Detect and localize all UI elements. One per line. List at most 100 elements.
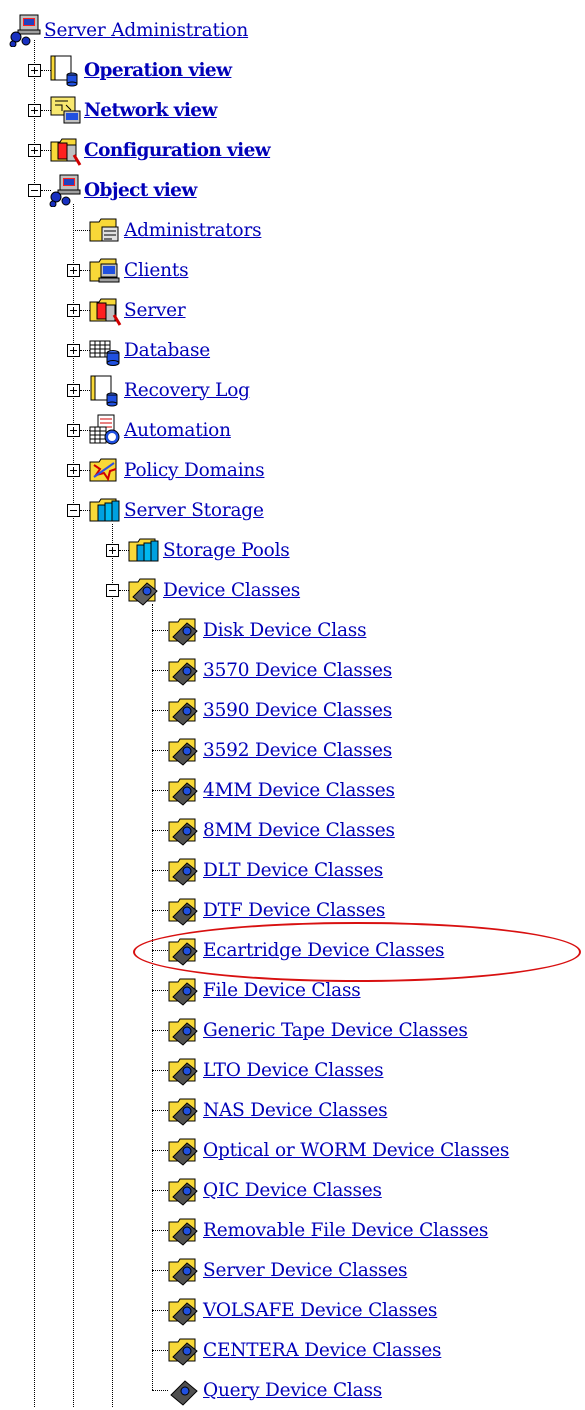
tree-node-operation-view[interactable]: Operation view	[48, 50, 232, 90]
tree-label-server-storage[interactable]: Server Storage	[124, 500, 264, 521]
collapse-device-classes-button[interactable]	[106, 584, 119, 597]
tree-label-recovery-log[interactable]: Recovery Log	[124, 380, 250, 401]
device-class-folder-icon	[167, 613, 201, 647]
tree-node-server-storage[interactable]: Server Storage	[88, 490, 264, 530]
tree-node-object-view[interactable]: Object view	[48, 170, 197, 210]
tree-node-removable-file-device-classes[interactable]: Removable File Device Classes	[167, 1210, 488, 1250]
tree-node-network-view[interactable]: Network view	[48, 90, 217, 130]
tree-node-policy-domains[interactable]: Policy Domains	[88, 450, 265, 490]
tree-label-operation-view[interactable]: Operation view	[84, 60, 232, 81]
tree-node-disk-device-class[interactable]: Disk Device Class	[167, 610, 367, 650]
tree-label-3590-device-classes[interactable]: 3590 Device Classes	[203, 700, 392, 721]
tree-label-file-device-class[interactable]: File Device Class	[203, 980, 361, 1001]
tree-label-automation[interactable]: Automation	[124, 420, 231, 441]
device-class-folder-icon	[167, 693, 201, 727]
tree-node-3592-device-classes[interactable]: 3592 Device Classes	[167, 730, 392, 770]
tree-node-generic-tape-device-classes[interactable]: Generic Tape Device Classes	[167, 1010, 468, 1050]
tree-node-database[interactable]: Database	[88, 330, 210, 370]
tree-node-volsafe-device-classes[interactable]: VOLSAFE Device Classes	[167, 1290, 437, 1330]
tree-label-storage-pools[interactable]: Storage Pools	[163, 540, 290, 561]
device-class-folder-icon	[167, 773, 201, 807]
expand-server-button[interactable]	[67, 304, 80, 317]
recovery-log-icon	[88, 373, 122, 407]
tree-label-policy-domains[interactable]: Policy Domains	[124, 460, 265, 481]
tree-node-4mm-device-classes[interactable]: 4MM Device Classes	[167, 770, 395, 810]
expand-network-view-button[interactable]	[28, 104, 41, 117]
tree-label-dlt-device-classes[interactable]: DLT Device Classes	[203, 860, 383, 881]
tree-label-nas-device-classes[interactable]: NAS Device Classes	[203, 1100, 388, 1121]
tree-label-generic-tape-device-classes[interactable]: Generic Tape Device Classes	[203, 1020, 468, 1041]
tree-label-server[interactable]: Server	[124, 300, 186, 321]
expand-operation-view-button[interactable]	[28, 64, 41, 77]
tree-label-volsafe-device-classes[interactable]: VOLSAFE Device Classes	[203, 1300, 437, 1321]
tree-node-device-classes[interactable]: Device Classes	[127, 570, 300, 610]
tree-label-dtf-device-classes[interactable]: DTF Device Classes	[203, 900, 385, 921]
tree-label-8mm-device-classes[interactable]: 8MM Device Classes	[203, 820, 395, 841]
tree-connector	[112, 598, 113, 1407]
tree-node-server[interactable]: Server	[88, 290, 186, 330]
tree-label-object-view[interactable]: Object view	[84, 180, 197, 201]
device-class-folder-icon	[167, 733, 201, 767]
tree-node-server-device-classes[interactable]: Server Device Classes	[167, 1250, 407, 1290]
tree-node-ecartridge-device-classes[interactable]: Ecartridge Device Classes	[167, 930, 445, 970]
expand-configuration-view-button[interactable]	[28, 144, 41, 157]
tree-connector	[34, 198, 35, 1407]
tree-node-configuration-view[interactable]: Configuration view	[48, 130, 271, 170]
tree-node-lto-device-classes[interactable]: LTO Device Classes	[167, 1050, 384, 1090]
tree-label-database[interactable]: Database	[124, 340, 210, 361]
server-storage-icon	[88, 493, 122, 527]
expand-storage-pools-button[interactable]	[106, 544, 119, 557]
tree-node-qic-device-classes[interactable]: QIC Device Classes	[167, 1170, 382, 1210]
tree-connector	[152, 790, 168, 791]
tree-label-removable-file-device-classes[interactable]: Removable File Device Classes	[203, 1220, 488, 1241]
configuration-view-icon	[48, 133, 82, 167]
tree-connector	[152, 1190, 168, 1191]
tree-label-3592-device-classes[interactable]: 3592 Device Classes	[203, 740, 392, 761]
tree-node-dlt-device-classes[interactable]: DLT Device Classes	[167, 850, 383, 890]
tree-label-configuration-view[interactable]: Configuration view	[84, 140, 271, 161]
tree-label-clients[interactable]: Clients	[124, 260, 189, 281]
tree-label-ecartridge-device-classes[interactable]: Ecartridge Device Classes	[203, 940, 445, 961]
server-folder-icon	[88, 293, 122, 327]
tree-node-centera-device-classes[interactable]: CENTERA Device Classes	[167, 1330, 442, 1370]
tree-node-file-device-class[interactable]: File Device Class	[167, 970, 361, 1010]
tree-node-nas-device-classes[interactable]: NAS Device Classes	[167, 1090, 388, 1130]
tree-label-administrators[interactable]: Administrators	[124, 220, 262, 241]
query-device-class-icon	[167, 1373, 201, 1407]
tree-label-server-device-classes[interactable]: Server Device Classes	[203, 1260, 407, 1281]
tree-label-3570-device-classes[interactable]: 3570 Device Classes	[203, 660, 392, 681]
tree-node-8mm-device-classes[interactable]: 8MM Device Classes	[167, 810, 395, 850]
tree-node-dtf-device-classes[interactable]: DTF Device Classes	[167, 890, 385, 930]
tree-label-query-device-class[interactable]: Query Device Class	[203, 1380, 382, 1401]
expand-database-button[interactable]	[67, 344, 80, 357]
tree-node-server-administration[interactable]: Server Administration	[8, 10, 248, 50]
tree-connector	[73, 518, 74, 1407]
tree-label-centera-device-classes[interactable]: CENTERA Device Classes	[203, 1340, 442, 1361]
tree-node-optical-or-worm-device-classes[interactable]: Optical or WORM Device Classes	[167, 1130, 509, 1170]
tree-label-lto-device-classes[interactable]: LTO Device Classes	[203, 1060, 384, 1081]
tree-connector	[152, 750, 168, 751]
tree-node-3570-device-classes[interactable]: 3570 Device Classes	[167, 650, 392, 690]
tree-label-network-view[interactable]: Network view	[84, 100, 217, 121]
expand-recovery-log-button[interactable]	[67, 384, 80, 397]
administrators-folder-icon	[88, 213, 122, 247]
tree-label-qic-device-classes[interactable]: QIC Device Classes	[203, 1180, 382, 1201]
collapse-server-storage-button[interactable]	[67, 504, 80, 517]
collapse-object-view-button[interactable]	[28, 184, 41, 197]
tree-node-query-device-class[interactable]: Query Device Class	[167, 1370, 382, 1410]
tree-node-recovery-log[interactable]: Recovery Log	[88, 370, 250, 410]
device-classes-icon	[127, 573, 161, 607]
tree-node-storage-pools[interactable]: Storage Pools	[127, 530, 290, 570]
tree-label-4mm-device-classes[interactable]: 4MM Device Classes	[203, 780, 395, 801]
tree-label-optical-or-worm-device-classes[interactable]: Optical or WORM Device Classes	[203, 1140, 509, 1161]
expand-policy-domains-button[interactable]	[67, 464, 80, 477]
tree-node-administrators[interactable]: Administrators	[88, 210, 262, 250]
expand-clients-button[interactable]	[67, 264, 80, 277]
tree-label-disk-device-class[interactable]: Disk Device Class	[203, 620, 367, 641]
expand-automation-button[interactable]	[67, 424, 80, 437]
tree-node-automation[interactable]: Automation	[88, 410, 231, 450]
tree-label-server-administration[interactable]: Server Administration	[44, 20, 248, 41]
tree-node-clients[interactable]: Clients	[88, 250, 189, 290]
tree-label-device-classes[interactable]: Device Classes	[163, 580, 300, 601]
tree-node-3590-device-classes[interactable]: 3590 Device Classes	[167, 690, 392, 730]
